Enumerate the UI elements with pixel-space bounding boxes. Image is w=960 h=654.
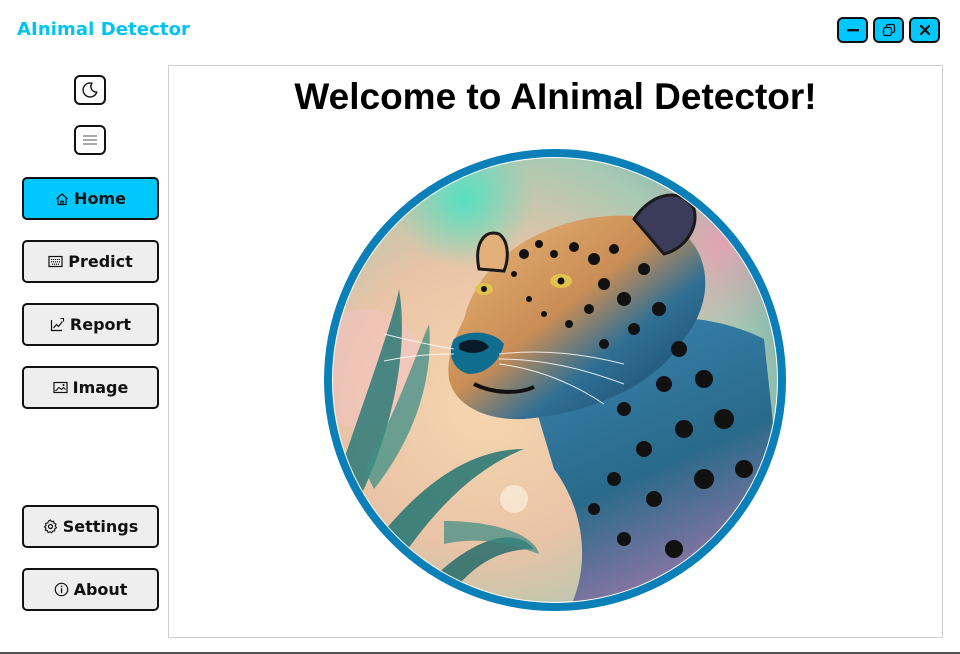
app-title: AInimal Detector bbox=[17, 19, 191, 40]
minimize-button[interactable] bbox=[837, 17, 868, 43]
page-title: Welcome to AInimal Detector! bbox=[294, 76, 817, 117]
sidebar-item-about[interactable]: About bbox=[22, 568, 159, 611]
home-icon bbox=[55, 192, 69, 206]
sidebar-item-label: Predict bbox=[68, 252, 133, 271]
gear-icon bbox=[43, 519, 58, 534]
maximize-button[interactable] bbox=[873, 17, 904, 43]
sidebar-item-report[interactable]: Report bbox=[22, 303, 159, 346]
image-icon bbox=[53, 381, 68, 394]
sidebar-item-predict[interactable]: Predict bbox=[22, 240, 159, 283]
restore-icon bbox=[882, 23, 895, 37]
sidebar-item-label: Home bbox=[74, 189, 126, 208]
sidebar-item-label: Image bbox=[72, 378, 129, 397]
main-content-panel: Welcome to AInimal Detector! bbox=[168, 65, 943, 638]
info-icon bbox=[54, 582, 69, 597]
sidebar-item-label: Report bbox=[69, 315, 132, 334]
chart-icon bbox=[50, 317, 65, 332]
sidebar-item-label: Settings bbox=[62, 517, 139, 536]
theme-toggle-button[interactable] bbox=[74, 75, 106, 105]
sidebar-item-settings[interactable]: Settings bbox=[22, 505, 159, 548]
sidebar-item-image[interactable]: Image bbox=[22, 366, 159, 409]
minimize-icon bbox=[846, 29, 859, 32]
jaguar-illustration bbox=[324, 149, 786, 611]
close-icon bbox=[919, 24, 930, 36]
keyboard-icon bbox=[48, 255, 63, 268]
menu-toggle-button[interactable] bbox=[74, 125, 106, 155]
moon-icon bbox=[82, 82, 98, 98]
sidebar-item-home[interactable]: Home bbox=[22, 177, 159, 220]
close-button[interactable] bbox=[909, 17, 940, 43]
sidebar-item-label: About bbox=[73, 580, 128, 599]
hamburger-icon bbox=[83, 135, 97, 145]
